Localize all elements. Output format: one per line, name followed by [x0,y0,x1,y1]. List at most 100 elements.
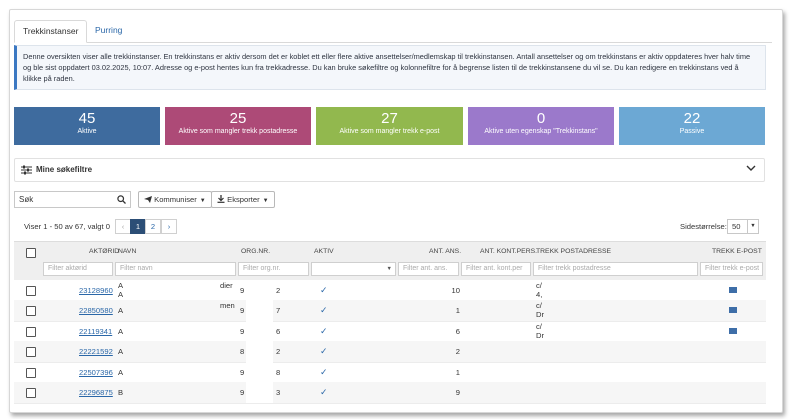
row-checkbox[interactable] [26,347,36,358]
table-row[interactable]: 22221592 A 8 2 ✓ 2 [14,341,766,364]
table-row[interactable]: 22507396 A 9 8 ✓ 1 [14,361,766,384]
chevron-down-icon[interactable] [746,165,756,174]
row-checkbox[interactable] [26,388,36,398]
navn-line: A [118,290,124,299]
filter-ant-ans[interactable]: Filter ant. ans. [398,262,459,276]
page-size-value: 50 [732,222,741,231]
table-row[interactable]: 22850580 Amen 9 7 ✓ 1 c/Dr [14,300,766,323]
postadresse-line: c/ [536,281,542,290]
page-size-select[interactable]: 50 ▼ [727,219,759,234]
filter-postadresse[interactable]: Filter trekk postadresse [533,262,698,276]
aktorid-link[interactable]: 23128960 [79,286,113,295]
redaction-block [246,382,273,403]
search-box [14,191,131,208]
aktorid-link[interactable]: 22507396 [79,368,113,377]
page-2-button[interactable]: 2 [145,219,161,234]
aktiv-check-icon: ✓ [320,325,328,336]
tab-purring[interactable]: Purring [87,20,130,41]
aktorid-link[interactable]: 22850580 [79,306,113,315]
eksporter-button[interactable]: Eksporter ▼ [211,191,275,208]
search-icon[interactable] [117,195,126,206]
mail-icon[interactable] [729,307,737,314]
card-value: 22 [683,110,701,127]
redaction-block [246,361,273,383]
card-label: Aktive [77,128,97,135]
filter-ant-kont[interactable]: Filter ant. kont.per [461,262,531,276]
ant-ans-value: 2 [455,347,460,357]
navn-line: A [118,367,124,377]
mail-icon[interactable] [729,327,737,334]
kommuniser-button[interactable]: Kommuniser ▼ [138,191,212,208]
page-size-label: Sidestørrelse: [680,222,727,231]
orgnr-fragment: 9 [240,388,245,397]
aktorid-link[interactable]: 22221592 [79,347,113,356]
filter-aktorid[interactable]: Filter aktørid [43,262,113,276]
card-mangler-postadresse[interactable]: 25 Aktive som mangler trekk postadresse [165,107,311,145]
card-uten-egenskap[interactable]: 0 Aktive uten egenskap "Trekkinstans" [468,107,614,145]
filter-navn[interactable]: Filter navn [115,262,236,276]
orgnr-fragment: 8 [240,347,245,357]
search-filters-panel[interactable]: Mine søkefiltre [14,158,765,182]
row-checkbox[interactable] [26,286,36,296]
table-row[interactable]: 22119341 A 9 6 ✓ 6 c/Dr [14,320,766,343]
ant-ans-value: 10 [451,286,460,295]
card-value: 0 [536,110,546,127]
prev-page-button[interactable]: ‹ [115,219,131,234]
navn-line: A [118,347,124,357]
postadresse-line: Dr [536,310,545,320]
col-ant-ans[interactable]: ANT. ANS. [429,248,461,255]
card-passive[interactable]: 22 Passive [619,107,765,145]
orgnr-fragment: 9 [240,286,245,295]
mail-icon[interactable] [729,287,737,293]
aktorid-link[interactable]: 22296875 [79,388,113,397]
orgnr-fragment: 9 [240,326,245,336]
card-mangler-epost[interactable]: 27 Aktive som mangler trekk e-post [316,107,463,145]
col-orgnr[interactable]: ORG.NR. [241,248,270,255]
info-box: Denne oversikten viser alle trekkinstans… [14,45,766,90]
navn-fragment: men [220,301,235,311]
col-aktorid[interactable]: AKTØRID [89,248,119,255]
filter-orgnr[interactable]: Filter org.nr. [238,262,309,276]
row-checkbox[interactable] [26,306,36,317]
sliders-icon [21,165,32,177]
orgnr-fragment: 2 [276,347,281,357]
table-row[interactable]: 23128960 A Adier 9 2 ✓ 10 c/4, [14,280,766,302]
aktorid-link[interactable]: 22119341 [79,327,112,336]
orgnr-fragment: 2 [276,286,281,295]
col-navn[interactable]: NAVN [118,248,136,255]
table-row[interactable]: 22296875 B 9 3 ✓ 9 [14,382,766,404]
card-value: 25 [229,110,247,127]
tab-bar: Trekkinstanser Purring [14,15,772,43]
page-1-button[interactable]: 1 [130,219,146,234]
postadresse-line: 4, [536,290,543,299]
next-page-button[interactable]: › [161,219,177,234]
card-label: Aktive som mangler trekk postadresse [178,128,298,135]
filter-epost[interactable]: Filter trekk e-post [700,262,763,276]
postadresse-line: c/ [536,301,542,311]
navn-fragment: dier [220,281,233,290]
redaction-block [246,300,273,322]
col-aktiv[interactable]: AKTIV [314,248,334,255]
row-checkbox[interactable] [26,367,36,378]
redaction-block [246,280,273,301]
postadresse-line: Dr [536,330,545,340]
col-epost[interactable]: TREKK E-POST [712,248,762,255]
ant-ans-value: 9 [455,388,460,397]
select-all-checkbox[interactable] [26,248,36,258]
orgnr-fragment: 7 [276,306,281,316]
tab-trekkinstanser[interactable]: Trekkinstanser [14,20,88,43]
row-checkbox[interactable] [26,326,36,337]
orgnr-fragment: 3 [276,388,281,397]
caret-down-icon: ▼ [199,198,206,204]
orgnr-fragment: 9 [240,367,245,377]
app-frame: Trekkinstanser Purring Denne oversikten … [9,9,783,413]
filters-title: Mine søkefiltre [36,165,93,174]
navn-line: A [118,281,124,290]
search-input[interactable] [15,192,119,206]
card-label: Aktive som mangler trekk e-post [339,128,440,135]
card-aktive[interactable]: 45 Aktive [14,107,160,145]
col-ant-kont[interactable]: ANT. KONT.PERS. [480,248,537,255]
col-postadresse[interactable]: TREKK POSTADRESSE [536,248,611,255]
filter-aktiv-select[interactable]: ▼ [311,262,396,276]
orgnr-fragment: 9 [240,306,245,316]
